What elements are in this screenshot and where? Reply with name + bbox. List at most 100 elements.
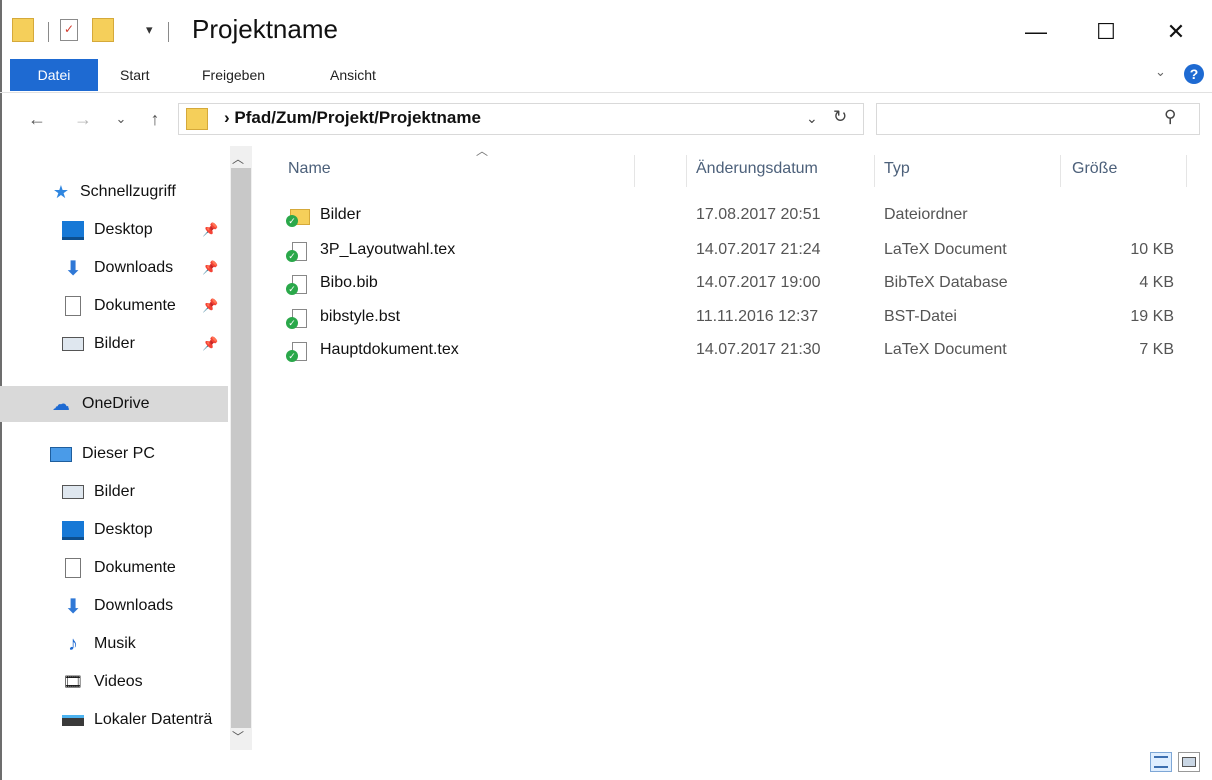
file-row[interactable]: ✓ 3P_Layoutwahl.tex 14.07.2017 21:24 LaT… [282, 235, 1200, 267]
sidebar-item-pc-desktop[interactable]: Desktop [0, 512, 228, 548]
column-header-type[interactable]: Typ [884, 160, 910, 178]
file-name: Bilder [320, 206, 361, 223]
sidebar-item-onedrive[interactable]: ☁ OneDrive [0, 386, 228, 422]
sidebar-item-pc-videos[interactable]: 🎞 Videos [0, 664, 228, 700]
separator [48, 22, 49, 42]
file-date: 14.07.2017 19:00 [696, 274, 821, 291]
maximize-button[interactable]: ☐ [1084, 12, 1128, 52]
bib-file-icon: ✓ [286, 275, 308, 295]
recent-locations-button[interactable]: ⌄ [108, 106, 134, 132]
separator [168, 22, 169, 42]
downloads-icon: ⬇ [64, 595, 82, 618]
sidebar-item-pc-lokaler-datentraeger[interactable]: Lokaler Datenträ [0, 702, 228, 738]
pin-icon[interactable]: 📌 [202, 260, 218, 276]
tex-file-icon: ✓ [286, 242, 308, 262]
navigation-scrollbar-thumb[interactable] [231, 168, 251, 728]
sidebar-item-pc-musik[interactable]: ♪ Musik [0, 626, 228, 662]
local-disk-icon [60, 709, 86, 731]
column-header-name[interactable]: Name [288, 160, 331, 178]
sidebar-item-pc-downloads[interactable]: ⬇ Downloads [0, 588, 228, 624]
file-row[interactable]: ✓ Bilder 17.08.2017 20:51 Dateiordner [282, 200, 1200, 232]
forward-button[interactable]: → [70, 106, 96, 132]
file-size: 7 KB [1139, 341, 1174, 358]
folder-icon [12, 18, 34, 42]
scroll-down-icon[interactable]: ﹀ [232, 728, 244, 745]
address-dropdown-icon[interactable]: ⌄ [806, 110, 818, 127]
file-type: BibTeX Database [884, 274, 1008, 291]
tab-freigeben[interactable]: Freigeben [202, 59, 265, 91]
pictures-icon [60, 333, 86, 355]
sidebar-item-desktop[interactable]: Desktop 📌 [0, 212, 228, 248]
file-type: LaTeX Document [884, 241, 1007, 258]
up-button[interactable]: ↑ [142, 106, 168, 132]
file-name: bibstyle.bst [320, 308, 401, 325]
minimize-button[interactable]: — [1014, 12, 1058, 52]
file-row[interactable]: ✓ Hauptdokument.tex 14.07.2017 21:30 LaT… [282, 335, 1200, 367]
details-view-icon[interactable] [1150, 752, 1172, 772]
large-icons-view-icon[interactable] [1178, 752, 1200, 772]
documents-icon [60, 557, 86, 579]
sidebar-item-schnellzugriff[interactable]: ★ Schnellzugriff [0, 174, 228, 210]
column-header-date[interactable]: Änderungsdatum [696, 160, 818, 178]
file-type: Dateiordner [884, 206, 968, 223]
tab-start[interactable]: Start [120, 59, 150, 91]
ribbon-divider [0, 92, 1212, 93]
search-icon[interactable]: ⚲ [1164, 107, 1176, 127]
videos-icon: 🎞 [62, 674, 84, 691]
column-separator[interactable] [634, 155, 635, 187]
file-date: 14.07.2017 21:24 [696, 241, 821, 258]
expand-ribbon-icon[interactable]: ⌄ [1155, 64, 1166, 80]
onedrive-icon: ☁ [52, 393, 70, 414]
star-icon: ★ [52, 181, 70, 202]
file-size: 4 KB [1139, 274, 1174, 291]
pin-icon[interactable]: 📌 [202, 336, 218, 352]
file-name: Hauptdokument.tex [320, 341, 459, 358]
refresh-icon[interactable]: ↻ [833, 107, 847, 127]
file-name: 3P_Layoutwahl.tex [320, 241, 456, 258]
window-title: Projektname [192, 14, 338, 44]
file-type: LaTeX Document [884, 341, 1007, 358]
desktop-icon [60, 219, 86, 241]
pin-icon[interactable]: 📌 [202, 222, 218, 238]
search-input[interactable] [876, 103, 1200, 135]
sidebar-item-pc-dokumente[interactable]: Dokumente [0, 550, 228, 586]
file-date: 17.08.2017 20:51 [696, 206, 821, 223]
back-button[interactable]: ← [24, 106, 50, 132]
customize-quick-access-icon[interactable]: ▾ [146, 22, 153, 38]
sidebar-item-pc-bilder[interactable]: Bilder [0, 474, 228, 510]
column-separator[interactable] [874, 155, 875, 187]
column-separator[interactable] [686, 155, 687, 187]
address-path[interactable]: › Pfad/Zum/Projekt/Projektname [224, 108, 481, 128]
sidebar-item-bilder[interactable]: Bilder 📌 [0, 326, 228, 362]
sidebar-item-dokumente[interactable]: Dokumente 📌 [0, 288, 228, 324]
column-separator[interactable] [1060, 155, 1061, 187]
sidebar-item-downloads[interactable]: ⬇ Downloads 📌 [0, 250, 228, 286]
scroll-up-icon[interactable]: ︿ [232, 150, 244, 167]
sidebar-item-dieser-pc[interactable]: Dieser PC [0, 436, 228, 472]
file-type: BST-Datei [884, 308, 957, 325]
help-icon[interactable]: ? [1184, 64, 1204, 84]
desktop-icon [60, 519, 86, 541]
pictures-icon [60, 481, 86, 503]
documents-icon [60, 295, 86, 317]
file-date: 14.07.2017 21:30 [696, 341, 821, 358]
file-size: 10 KB [1130, 241, 1174, 258]
column-separator[interactable] [1186, 155, 1187, 187]
downloads-icon: ⬇ [64, 257, 82, 280]
column-header-size[interactable]: Größe [1072, 160, 1117, 178]
file-row[interactable]: ✓ Bibo.bib 14.07.2017 19:00 BibTeX Datab… [282, 268, 1200, 300]
tab-ansicht[interactable]: Ansicht [330, 59, 376, 91]
file-row[interactable]: ✓ bibstyle.bst 11.11.2016 12:37 BST-Date… [282, 302, 1200, 334]
file-date: 11.11.2016 12:37 [696, 308, 819, 325]
new-folder-icon[interactable] [92, 18, 114, 42]
tex-file-icon: ✓ [286, 342, 308, 362]
tab-datei[interactable]: Datei [10, 59, 98, 91]
pin-icon[interactable]: 📌 [202, 298, 218, 314]
folder-icon [186, 108, 208, 130]
properties-icon[interactable]: ✓ [60, 19, 78, 41]
folder-icon: ✓ [286, 207, 310, 227]
file-size: 19 KB [1130, 308, 1174, 325]
this-pc-icon [48, 443, 74, 465]
file-name: Bibo.bib [320, 274, 378, 291]
close-button[interactable]: ✕ [1154, 12, 1198, 52]
